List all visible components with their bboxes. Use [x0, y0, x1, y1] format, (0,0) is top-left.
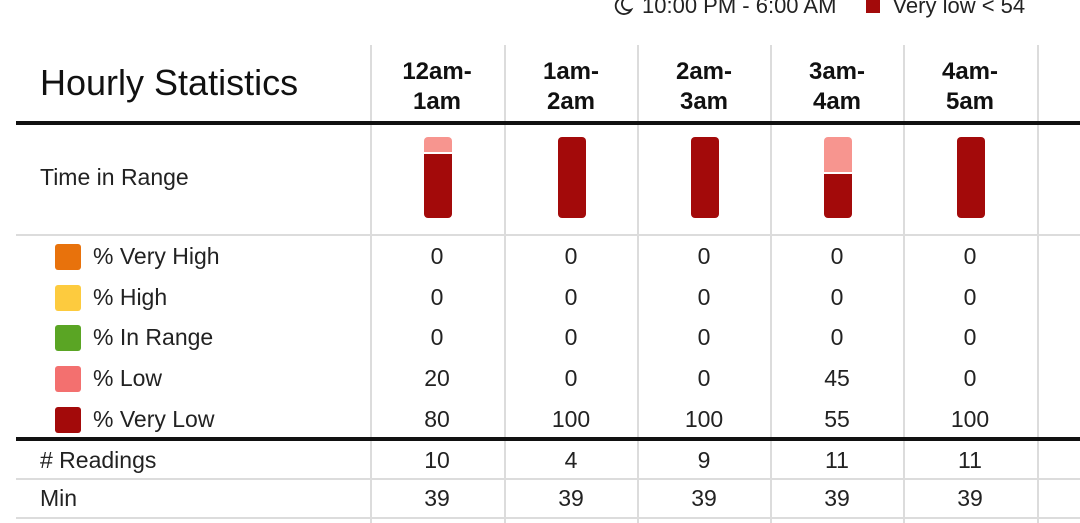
table-cell: 0	[830, 324, 844, 350]
table-cell: 10	[424, 447, 450, 473]
column-header-line2: 1am	[412, 88, 462, 115]
column-header: 2am- 3am	[638, 57, 770, 117]
section-divider	[16, 437, 1080, 441]
very-low-legend-label: Very low < 54	[892, 0, 1026, 18]
in-range-swatch	[55, 324, 81, 351]
night-time-range: 10:00 PM - 6:00 AM	[642, 0, 837, 18]
very-low-swatch	[866, 0, 881, 13]
table-cell: 0	[963, 243, 977, 269]
very-low-segment	[424, 154, 452, 218]
very-low-swatch	[55, 406, 81, 433]
table-cell: 11	[958, 447, 982, 473]
row-divider	[16, 517, 1080, 519]
row-label-low: % Low	[40, 365, 162, 392]
table-cell: 39	[558, 485, 584, 511]
low-segment	[824, 137, 852, 173]
time-in-range-bar	[558, 137, 586, 218]
page-title: Hourly Statistics	[40, 62, 299, 103]
table-cell: 0	[564, 365, 578, 391]
table-cell: 0	[963, 365, 977, 391]
time-in-range-bar	[424, 137, 452, 218]
column-header-line1: 3am-	[808, 58, 866, 85]
table-cell: 39	[424, 485, 450, 511]
column-divider	[1037, 45, 1039, 523]
table-cell: 39	[691, 485, 717, 511]
readings-label: # Readings	[40, 447, 157, 473]
moon-icon	[614, 0, 634, 15]
column-header-line1: 4am-	[941, 58, 999, 85]
table-cell: 0	[430, 324, 444, 350]
table-cell: 80	[424, 406, 450, 432]
row-label-text: % Very Low	[93, 406, 215, 432]
table-cell: 4	[564, 447, 578, 473]
row-label-text: % Low	[93, 365, 163, 391]
time-in-range-bar	[691, 137, 719, 218]
time-in-range-label: Time in Range	[40, 164, 189, 190]
high-swatch	[55, 284, 81, 311]
table-cell: 0	[564, 243, 578, 269]
row-divider	[16, 234, 1080, 236]
row-label-in-range: % In Range	[40, 324, 213, 351]
table-cell: 20	[424, 365, 450, 391]
table-cell: 0	[430, 243, 444, 269]
low-swatch	[55, 365, 81, 392]
table-cell: 100	[551, 406, 591, 432]
row-label-text: % In Range	[93, 324, 214, 350]
table-cell: 0	[963, 324, 977, 350]
table-cell: 0	[697, 365, 711, 391]
row-label-text: % Very High	[93, 243, 220, 269]
time-in-range-bar	[957, 137, 985, 218]
low-segment	[424, 137, 452, 153]
table-cell: 100	[950, 406, 990, 432]
column-header-line2: 2am	[546, 88, 596, 115]
table-cell: 0	[697, 284, 711, 310]
table-cell: 9	[697, 447, 711, 473]
time-in-range-bar	[824, 137, 852, 218]
table-cell: 39	[957, 485, 983, 511]
min-label: Min	[40, 485, 78, 511]
table-cell: 0	[830, 284, 844, 310]
chart-legend: 10:00 PM - 6:00 AM Very low < 54	[612, 0, 1025, 20]
table-cell: 45	[824, 365, 850, 391]
column-header: 1am- 2am	[505, 57, 637, 117]
column-header-line2: 3am	[679, 88, 729, 115]
very-high-swatch	[55, 243, 81, 270]
column-header: 4am- 5am	[904, 57, 1036, 117]
column-header-line2: 5am	[945, 88, 995, 115]
table-cell: 11	[825, 447, 849, 473]
very-low-segment	[957, 137, 985, 218]
table-cell: 0	[830, 243, 844, 269]
column-header: 5	[1038, 57, 1080, 87]
row-label-very-low: % Very Low	[40, 406, 214, 433]
very-low-segment	[691, 137, 719, 218]
column-header: 12am- 1am	[371, 57, 503, 117]
column-header-line1: 2am-	[675, 58, 733, 85]
table-cell: 0	[697, 324, 711, 350]
column-header-line2: 4am	[812, 88, 862, 115]
row-label-text: % High	[93, 284, 168, 310]
table-cell: 0	[697, 243, 711, 269]
row-label-very-high: % Very High	[40, 243, 220, 270]
very-low-segment	[824, 174, 852, 218]
table-cell: 0	[564, 324, 578, 350]
very-low-segment	[558, 137, 586, 218]
table-cell: 0	[430, 284, 444, 310]
row-divider	[16, 478, 1080, 480]
table-cell: 55	[824, 406, 850, 432]
header-divider	[16, 121, 1080, 125]
table-cell: 0	[963, 284, 977, 310]
row-label-high: % High	[40, 284, 167, 311]
column-header: 3am- 4am	[771, 57, 903, 117]
column-header-line1: 1am-	[542, 58, 600, 85]
table-cell: 39	[824, 485, 850, 511]
column-header-line1: 12am-	[402, 58, 472, 85]
column-header-line1: 5	[1038, 57, 1080, 87]
table-cell: 0	[564, 284, 578, 310]
table-cell: 100	[684, 406, 724, 432]
